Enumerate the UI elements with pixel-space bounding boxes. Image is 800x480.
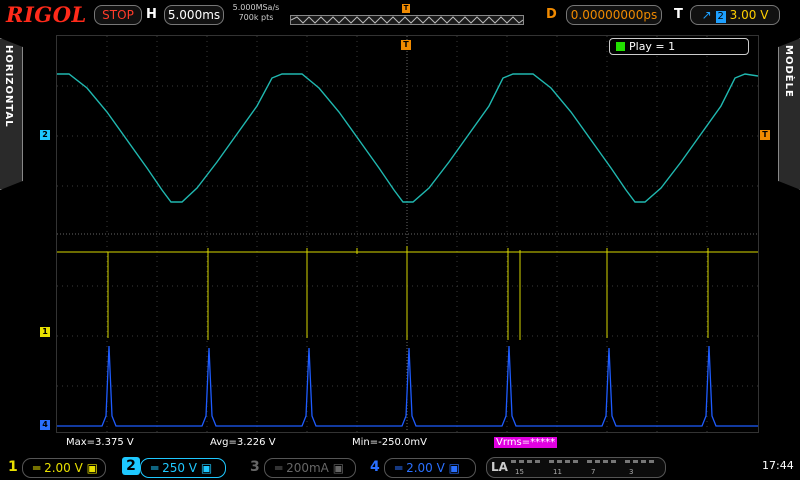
ch1-scale: 2.00 V bbox=[44, 461, 83, 475]
horizontal-label: H bbox=[146, 7, 157, 22]
ch1-number: 1 bbox=[8, 459, 18, 475]
memory-depth: 700k pts bbox=[238, 13, 274, 22]
top-status-bar: RIGOL STOP H 5.000ms 5.000MSa/s 700k pts… bbox=[0, 0, 800, 30]
dc-coupling-icon: ═ bbox=[395, 461, 403, 475]
max-measurement: Max=3.375 V bbox=[66, 437, 134, 448]
la-channel-grid-icon bbox=[511, 460, 654, 463]
ch3-scale: 200mA bbox=[286, 461, 329, 475]
ch3-number: 3 bbox=[250, 459, 260, 475]
horizontal-tab-label: HORIZONTAL bbox=[3, 45, 14, 128]
ch1-scale-button[interactable]: ═ 2.00 V ▣ bbox=[22, 458, 106, 478]
ch2-offset-marker[interactable]: 2 bbox=[40, 130, 50, 140]
ch4-scale: 2.00 V bbox=[406, 461, 445, 475]
ch1-trace bbox=[57, 246, 758, 340]
trigger-channel-badge: 2 bbox=[715, 11, 726, 23]
ch4-number: 4 bbox=[370, 459, 380, 475]
dc-coupling-icon: ═ bbox=[275, 461, 283, 475]
delay-label: D bbox=[546, 7, 557, 22]
ch4-scale-button[interactable]: ═ 2.00 V ▣ bbox=[384, 458, 476, 478]
acquisition-info: 5.000MSa/s 700k pts bbox=[228, 3, 284, 23]
la-index: 3 bbox=[629, 468, 634, 476]
logic-analyzer-button[interactable]: LA 15 11 7 3 bbox=[486, 457, 666, 478]
trigger-level: 3.00 V bbox=[729, 8, 769, 22]
la-index: 15 bbox=[515, 468, 524, 476]
play-label: Play = 1 bbox=[629, 40, 676, 53]
bw-limit-icon: ▣ bbox=[200, 461, 213, 475]
waveform-canvas bbox=[57, 36, 758, 432]
run-stop-button[interactable]: STOP bbox=[94, 5, 142, 25]
ch1-offset-marker[interactable]: 1 bbox=[40, 327, 50, 337]
avg-measurement: Avg=3.226 V bbox=[210, 437, 276, 448]
trigger-label: T bbox=[674, 7, 683, 22]
system-clock: 17:44 bbox=[762, 459, 794, 472]
ch3-scale-button[interactable]: ═ 200mA ▣ bbox=[264, 458, 356, 478]
ch2-scale-button[interactable]: ═ 250 V ▣ bbox=[140, 458, 226, 478]
ch4-offset-marker[interactable]: 4 bbox=[40, 420, 50, 430]
waveform-display[interactable] bbox=[56, 35, 759, 433]
ch2-number: 2 bbox=[122, 457, 140, 475]
play-status-icon bbox=[616, 42, 625, 51]
bw-limit-icon: ▣ bbox=[332, 461, 345, 475]
brand-logo: RIGOL bbox=[6, 2, 87, 27]
horizontal-menu-tab[interactable]: HORIZONTAL bbox=[0, 38, 23, 190]
trigger-level-marker[interactable]: T bbox=[760, 130, 770, 140]
trigger-button[interactable]: ↗ 2 3.00 V bbox=[690, 5, 780, 25]
memory-overview-bar[interactable] bbox=[290, 15, 524, 25]
bw-limit-icon: ▣ bbox=[448, 461, 460, 475]
dc-coupling-icon: ═ bbox=[33, 461, 41, 475]
min-measurement: Min=-250.0mV bbox=[352, 437, 427, 448]
delay-button[interactable]: 0.00000000ps bbox=[566, 5, 662, 25]
la-index: 7 bbox=[591, 468, 596, 476]
timebase-button[interactable]: 5.000ms bbox=[164, 5, 224, 25]
rising-edge-icon: ↗ bbox=[701, 8, 712, 22]
memory-overview-waveform-icon bbox=[291, 16, 523, 24]
model-menu-tab[interactable]: MODÈLE bbox=[778, 38, 800, 190]
dc-coupling-icon: ═ bbox=[151, 461, 159, 475]
trigger-position-icon: T bbox=[402, 4, 410, 13]
la-label: LA bbox=[491, 460, 508, 474]
trigger-time-marker[interactable]: T bbox=[401, 40, 411, 50]
bw-limit-icon: ▣ bbox=[86, 461, 98, 475]
model-tab-label: MODÈLE bbox=[783, 45, 794, 98]
sample-rate: 5.000MSa/s bbox=[232, 3, 280, 12]
play-indicator[interactable]: Play = 1 bbox=[609, 38, 749, 55]
vrms-measurement: Vrms=***** bbox=[494, 437, 558, 448]
la-index: 11 bbox=[553, 468, 562, 476]
ch2-scale: 250 V bbox=[162, 461, 197, 475]
